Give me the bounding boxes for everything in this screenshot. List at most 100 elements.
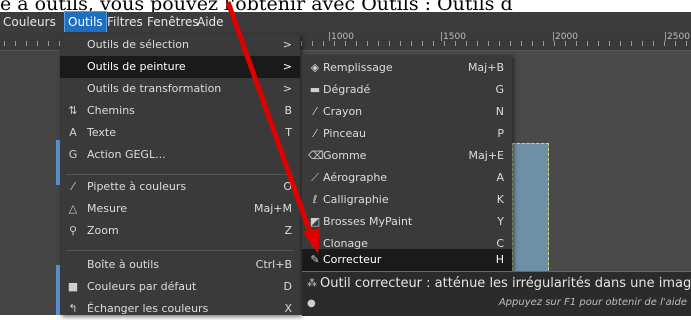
tool-options-strip: [0, 51, 60, 315]
menu-item-label: Outils de peinture: [87, 60, 186, 73]
menu-item-outils-de-selection[interactable]: Outils de sélection >: [60, 34, 300, 56]
ruler-tick: [543, 41, 544, 46]
menu-item-label: Zoom: [87, 224, 119, 237]
shortcut-label: N: [495, 105, 504, 118]
menu-item-label: Action GEGL...: [87, 148, 166, 161]
menu-item-couleurs-par-defaut[interactable]: ■ Couleurs par défaut D: [60, 276, 300, 298]
ruler-tick: [378, 41, 379, 46]
menu-item-label: Gomme: [323, 149, 367, 162]
ruler-tick: [312, 41, 313, 46]
ruler-tick: [521, 41, 522, 46]
shortcut-label: Maj+B: [467, 61, 504, 74]
menu-item-mesure[interactable]: △ Mesure Maj+M: [60, 198, 300, 220]
menu-separator: [66, 174, 294, 175]
paths-icon: ⇅: [68, 104, 78, 117]
ink-icon: ℓ: [312, 193, 318, 206]
menu-item-action-gegl[interactable]: G Action GEGL...: [60, 144, 300, 166]
menu-item-brosses-mypaint[interactable]: ◩ Brosses MyPaint Y: [302, 211, 512, 233]
menu-item-degrade[interactable]: ▬ Dégradé G: [302, 79, 512, 101]
gegl-icon: G: [68, 148, 78, 161]
menu-item-calligraphie[interactable]: ℓ Calligraphie K: [302, 189, 512, 211]
menu-item-label: Crayon: [323, 105, 363, 118]
ruler-tick: [356, 41, 357, 46]
ruler-tick: [598, 41, 599, 46]
menu-item-gomme[interactable]: ⌫ Gomme Maj+E: [302, 145, 512, 167]
tooltip: ⁂ Outil correcteur : atténue les irrégul…: [302, 271, 691, 316]
menu-item-chemins[interactable]: ⇅ Chemins B: [60, 100, 300, 122]
menu-item-pinceau[interactable]: ⁄ Pinceau P: [302, 123, 512, 145]
ruler-tick: [510, 41, 511, 46]
ruler-tick: [554, 41, 555, 46]
menu-item-texte[interactable]: A Texte T: [60, 122, 300, 144]
menu-item-label: Boîte à outils: [87, 258, 160, 271]
shortcut-label: B: [284, 104, 292, 117]
menu-item-pipette[interactable]: ⁄ Pipette à couleurs O: [60, 176, 300, 198]
menu-filtres[interactable]: Filtres: [104, 12, 146, 32]
ruler-tick: [466, 41, 467, 46]
ruler-tick: [400, 41, 401, 46]
ruler-tick: [389, 41, 390, 46]
menu-item-label: Calligraphie: [323, 193, 389, 206]
menu-item-remplissage[interactable]: ◈ Remplissage Maj+B: [302, 57, 512, 79]
pencil-icon: ⁄: [314, 105, 316, 118]
image-canvas-region[interactable]: [512, 143, 549, 275]
ruler-tick: [4, 41, 5, 46]
menu-item-crayon[interactable]: ⁄ Crayon N: [302, 101, 512, 123]
ruler-tick: [488, 41, 489, 46]
menu-aide[interactable]: Aide: [194, 12, 227, 32]
shortcut-label: A: [496, 171, 504, 184]
menu-item-label: Outils de sélection: [87, 38, 189, 51]
shortcut-label: Z: [284, 224, 292, 237]
text-icon: A: [69, 126, 77, 139]
menu-item-outils-de-transformation[interactable]: Outils de transformation >: [60, 78, 300, 100]
menu-item-zoom[interactable]: ⚲ Zoom Z: [60, 220, 300, 242]
tooltip-help: Appuyez sur F1 pour obtenir de l'aide: [498, 297, 687, 308]
ruler-tick: [444, 41, 445, 46]
ruler-tick: [587, 41, 588, 46]
shortcut-label: D: [283, 280, 292, 293]
menu-couleurs[interactable]: Couleurs: [0, 12, 59, 32]
ruler-tick: [565, 41, 566, 46]
menu-fenetres[interactable]: Fenêtres: [144, 12, 202, 32]
menu-item-label: Échanger les couleurs: [87, 302, 209, 315]
ruler-tick: [345, 41, 346, 46]
shortcut-label: H: [495, 253, 504, 266]
ruler-tick: [422, 41, 423, 46]
menu-item-outils-de-peinture[interactable]: Outils de peinture >: [60, 56, 300, 78]
ruler-tick: [620, 41, 621, 46]
smudge-icon: ●: [307, 298, 316, 309]
menu-item-echanger-couleurs[interactable]: ↰ Échanger les couleurs X: [60, 298, 300, 320]
shortcut-label: Y: [497, 215, 504, 228]
ruler-tick: [15, 41, 16, 46]
ruler-tick: [576, 41, 577, 46]
menu-item-label: Correcteur: [323, 253, 382, 266]
menu-item-label: Brosses MyPaint: [323, 215, 413, 228]
mypaint-brush-icon: ◩: [309, 215, 321, 228]
paintbrush-icon: ⁄: [314, 127, 316, 140]
outils-de-peinture-submenu: ◈ Remplissage Maj+B ▬ Dégradé G ⁄ Crayon…: [302, 55, 512, 271]
menu-item-label: Aérographe: [323, 171, 388, 184]
menu-item-label: Dégradé: [323, 83, 371, 96]
shortcut-label: K: [496, 193, 504, 206]
menu-item-label: Mesure: [87, 202, 128, 215]
menu-item-aerographe[interactable]: ⟋ Aérographe A: [302, 167, 512, 189]
ruler-tick: [48, 41, 49, 46]
swap-colors-icon: ↰: [68, 302, 78, 315]
ruler-tick: [37, 41, 38, 46]
color-picker-icon: ⁄: [72, 180, 74, 193]
menu-item-correcteur[interactable]: ✎ Correcteur H: [302, 249, 512, 271]
default-colors-icon: ■: [67, 280, 79, 293]
menu-item-boite-a-outils[interactable]: Boîte à outils Ctrl+B: [60, 254, 300, 276]
zoom-icon: ⚲: [68, 224, 78, 237]
outils-menu: Outils de sélection > Outils de peinture…: [60, 34, 300, 315]
tooltip-text: Outil correcteur : atténue les irrégular…: [320, 276, 691, 291]
menubar: Couleurs Outils Filtres Fenêtres Aide: [0, 11, 691, 33]
menu-outils[interactable]: Outils: [64, 11, 107, 33]
airbrush-icon: ⟋: [311, 171, 319, 184]
menu-item-label: Chemins: [87, 104, 135, 117]
shortcut-label: Maj+E: [468, 149, 504, 162]
ruler-tick: [642, 41, 643, 46]
ruler-tick: [455, 41, 456, 46]
menu-item-label: Outils de transformation: [87, 82, 222, 95]
submenu-chevron-icon: >: [282, 82, 292, 95]
